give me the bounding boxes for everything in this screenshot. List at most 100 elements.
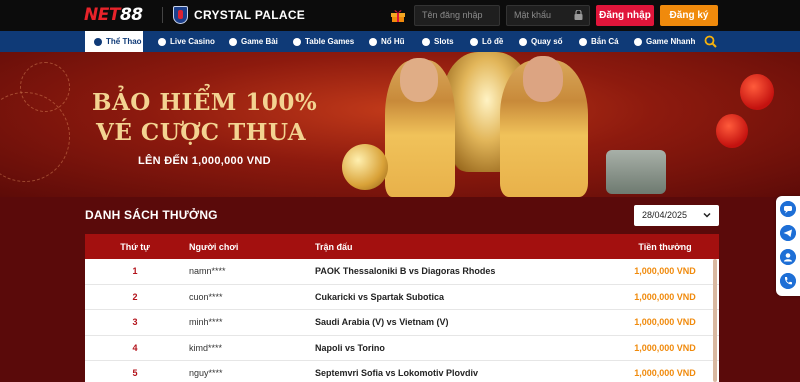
number-wheel-icon bbox=[519, 37, 527, 46]
player-cell: kimd**** bbox=[189, 342, 223, 353]
nav-label: Bắn Cá bbox=[591, 37, 619, 46]
search-icon[interactable] bbox=[704, 35, 717, 48]
player-cell: namn**** bbox=[189, 266, 226, 277]
nav-item-game-bai[interactable]: Game Bài bbox=[229, 31, 278, 52]
top-header: NET 88 CRYSTAL PALACE Tên đăng nhập Mật k… bbox=[0, 0, 800, 31]
soccer-ball-icon bbox=[94, 37, 102, 46]
nav-item-live-casino[interactable]: Live Casino bbox=[158, 31, 215, 52]
rank-cell: 4 bbox=[132, 342, 138, 353]
player-right-head bbox=[523, 56, 563, 102]
table-row: 5 nguy**** Septemvri Sofia vs Lokomotiv … bbox=[85, 361, 719, 382]
login-button[interactable]: Đăng nhập bbox=[596, 5, 654, 26]
main-nav: Thể Thao Live Casino Game Bài Table Game… bbox=[0, 31, 800, 52]
support-agent-icon[interactable] bbox=[780, 249, 796, 265]
table-header: Thứ tự Người chơi Trận đấu Tiền thưởng bbox=[85, 234, 719, 259]
prize-cell: 1,000,000 VND bbox=[634, 266, 696, 277]
player-left-head bbox=[400, 58, 438, 102]
lantern-decoration bbox=[740, 74, 774, 110]
nav-item-game-nhanh[interactable]: Game Nhanh bbox=[634, 31, 695, 52]
column-header-prize: Tiền thưởng bbox=[638, 241, 692, 252]
lottery-ball-icon bbox=[470, 37, 478, 46]
player-cell: minh**** bbox=[189, 317, 223, 328]
gift-icon[interactable] bbox=[390, 7, 406, 23]
nav-item-the-thao[interactable]: Thể Thao bbox=[85, 31, 143, 52]
table-row: 4 kimd**** Napoli vs Torino 1,000,000 VN… bbox=[85, 335, 719, 361]
register-button[interactable]: Đăng ký bbox=[660, 5, 718, 26]
partner-name: CRYSTAL PALACE bbox=[194, 8, 306, 22]
telegram-icon[interactable] bbox=[780, 225, 796, 241]
fast-game-icon bbox=[634, 37, 642, 46]
crystal-palace-crest-icon bbox=[173, 6, 188, 24]
nav-item-table-games[interactable]: Table Games bbox=[293, 31, 354, 52]
nav-label: Game Bài bbox=[241, 37, 278, 46]
rank-cell: 5 bbox=[132, 368, 138, 379]
logo-divider bbox=[162, 7, 163, 23]
nav-label: Quay số bbox=[531, 37, 563, 46]
nav-item-no-hu[interactable]: Nổ Hũ bbox=[369, 31, 405, 52]
match-cell: PAOK Thessaloniki B vs Diagoras Rhodes bbox=[315, 266, 496, 277]
nav-label: Nổ Hũ bbox=[381, 37, 405, 46]
username-placeholder: Tên đăng nhập bbox=[422, 10, 483, 20]
rank-cell: 2 bbox=[132, 291, 138, 302]
contact-float-bar bbox=[776, 196, 800, 296]
prize-cell: 1,000,000 VND bbox=[634, 291, 696, 302]
rank-cell: 3 bbox=[132, 317, 138, 328]
table-scrollbar[interactable] bbox=[713, 259, 717, 382]
promo-banner[interactable]: BẢO HIỂM 100% VÉ CƯỢC THUA LÊN ĐẾN 1,000… bbox=[0, 52, 800, 197]
net88-logo[interactable]: NET 88 bbox=[84, 5, 143, 25]
banner-title-line1: BẢO HIỂM 100% bbox=[92, 89, 318, 116]
rank-cell: 1 bbox=[132, 266, 138, 277]
gift-box-image bbox=[606, 150, 666, 194]
nav-label: Thể Thao bbox=[106, 37, 142, 46]
phone-icon[interactable] bbox=[780, 273, 796, 289]
prize-cell: 1,000,000 VND bbox=[634, 342, 696, 353]
nav-label: Live Casino bbox=[170, 37, 215, 46]
column-header-player: Người chơi bbox=[189, 241, 239, 252]
match-cell: Saudi Arabia (V) vs Vietnam (V) bbox=[315, 317, 449, 328]
player-cell: nguy**** bbox=[189, 368, 223, 379]
prize-cell: 1,000,000 VND bbox=[634, 317, 696, 328]
playing-cards-icon bbox=[229, 37, 237, 46]
reward-section: DANH SÁCH THƯỞNG 28/04/2025 Thứ tự Người… bbox=[0, 197, 800, 382]
chevron-down-icon bbox=[703, 212, 711, 218]
casino-chip-icon bbox=[158, 37, 166, 46]
partner-badge: CRYSTAL PALACE bbox=[173, 6, 305, 24]
fish-icon bbox=[579, 37, 587, 46]
nav-label: Slots bbox=[434, 37, 454, 46]
table-row: 3 minh**** Saudi Arabia (V) vs Vietnam (… bbox=[85, 310, 719, 336]
nav-item-lo-de[interactable]: Lô đề bbox=[470, 31, 503, 52]
match-cell: Cukaricki vs Spartak Subotica bbox=[315, 291, 445, 302]
column-header-match: Trận đấu bbox=[315, 241, 353, 252]
player-cell: cuon**** bbox=[189, 291, 223, 302]
logo-text-88: 88 bbox=[119, 5, 143, 25]
logo-text-net: NET bbox=[84, 5, 120, 25]
nav-item-slots[interactable]: Slots bbox=[422, 31, 454, 52]
nav-label: Table Games bbox=[305, 37, 355, 46]
table-row: 1 namn**** PAOK Thessaloniki B vs Diagor… bbox=[85, 259, 719, 285]
lock-icon bbox=[574, 10, 583, 20]
prize-cell: 1,000,000 VND bbox=[634, 368, 696, 379]
nav-label: Game Nhanh bbox=[646, 37, 696, 46]
date-select[interactable]: 28/04/2025 bbox=[634, 205, 719, 226]
slot-jar-icon bbox=[369, 37, 377, 46]
lantern-decoration bbox=[716, 114, 748, 148]
firework-decoration bbox=[20, 62, 70, 112]
banner-subtitle: LÊN ĐẾN 1,000,000 VND bbox=[138, 155, 271, 167]
banner-title-line2: VÉ CƯỢC THUA bbox=[96, 119, 307, 146]
golden-ball-image bbox=[342, 144, 388, 190]
column-header-rank: Thứ tự bbox=[120, 241, 150, 252]
password-input[interactable]: Mật khẩu bbox=[506, 5, 590, 26]
reward-table: Thứ tự Người chơi Trận đấu Tiền thưởng 1… bbox=[85, 234, 719, 382]
nav-item-ban-ca[interactable]: Bắn Cá bbox=[579, 31, 619, 52]
match-cell: Septemvri Sofia vs Lokomotiv Plovdiv bbox=[315, 368, 479, 379]
slots-icon bbox=[422, 37, 430, 46]
table-games-icon bbox=[293, 37, 301, 46]
match-cell: Napoli vs Torino bbox=[315, 342, 385, 353]
table-row: 2 cuon**** Cukaricki vs Spartak Subotica… bbox=[85, 284, 719, 310]
nav-label: Lô đề bbox=[482, 37, 504, 46]
section-title: DANH SÁCH THƯỞNG bbox=[85, 208, 218, 222]
nav-item-quay-so[interactable]: Quay số bbox=[519, 31, 563, 52]
username-input[interactable]: Tên đăng nhập bbox=[414, 5, 500, 26]
chat-icon[interactable] bbox=[780, 201, 796, 217]
password-placeholder: Mật khẩu bbox=[514, 10, 552, 20]
